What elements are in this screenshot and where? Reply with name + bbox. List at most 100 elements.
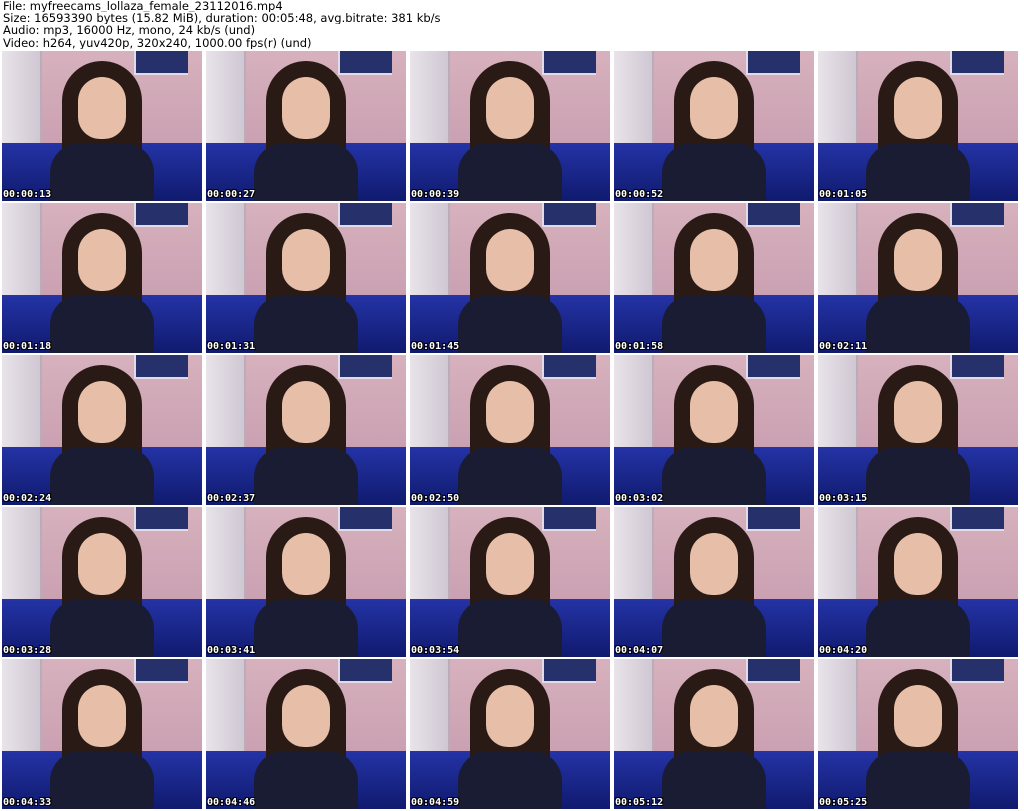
- person-face-shape: [282, 381, 330, 443]
- video-thumbnail: 00:02:11: [818, 203, 1018, 353]
- person-face-shape: [486, 533, 534, 595]
- thumbnail-timestamp: 00:05:25: [819, 797, 868, 808]
- thumbnail-timestamp: 00:01:18: [3, 341, 52, 352]
- thumbnail-timestamp: 00:03:15: [819, 493, 868, 504]
- audio-info-line: Audio: mp3, 16000 Hz, mono, 24 kb/s (und…: [3, 24, 256, 37]
- thumbnail-timestamp: 00:03:28: [3, 645, 52, 656]
- video-thumbnail: 00:05:12: [614, 659, 814, 809]
- person-face-shape: [78, 229, 126, 291]
- poster-shape: [746, 507, 800, 531]
- video-thumbnail: 00:01:05: [818, 51, 1018, 201]
- poster-shape: [134, 203, 188, 227]
- person-shirt-shape: [662, 143, 766, 201]
- person-shirt-shape: [50, 447, 154, 505]
- video-thumbnail: 00:01:58: [614, 203, 814, 353]
- thumbnail-timestamp: 00:05:12: [615, 797, 664, 808]
- person-face-shape: [78, 77, 126, 139]
- thumbnail-timestamp: 00:01:45: [411, 341, 460, 352]
- person-face-shape: [894, 229, 942, 291]
- poster-shape: [746, 355, 800, 379]
- video-thumbnail: 00:05:25: [818, 659, 1018, 809]
- thumbnail-timestamp: 00:01:05: [819, 189, 868, 200]
- person-shirt-shape: [866, 599, 970, 657]
- poster-shape: [338, 507, 392, 531]
- video-thumbnail: 00:04:33: [2, 659, 202, 809]
- video-thumbnail: 00:03:28: [2, 507, 202, 657]
- person-shirt-shape: [254, 751, 358, 809]
- poster-shape: [542, 659, 596, 683]
- person-face-shape: [486, 685, 534, 747]
- video-thumbnail: 00:01:18: [2, 203, 202, 353]
- person-face-shape: [894, 381, 942, 443]
- person-shirt-shape: [662, 447, 766, 505]
- poster-shape: [134, 507, 188, 531]
- person-shirt-shape: [50, 751, 154, 809]
- thumbnail-timestamp: 00:04:59: [411, 797, 460, 808]
- poster-shape: [542, 51, 596, 75]
- person-face-shape: [690, 229, 738, 291]
- file-size-line: Size: 16593390 bytes (15.82 MiB), durati…: [3, 12, 441, 25]
- person-face-shape: [282, 77, 330, 139]
- person-face-shape: [894, 77, 942, 139]
- person-face-shape: [690, 533, 738, 595]
- person-shirt-shape: [254, 295, 358, 353]
- person-shirt-shape: [458, 295, 562, 353]
- person-shirt-shape: [50, 599, 154, 657]
- person-shirt-shape: [50, 295, 154, 353]
- person-shirt-shape: [662, 599, 766, 657]
- person-face-shape: [282, 229, 330, 291]
- thumbnail-timestamp: 00:00:39: [411, 189, 460, 200]
- video-thumbnail: 00:03:02: [614, 355, 814, 505]
- file-info-header: File: myfreecams_lollaza_female_23112016…: [3, 0, 1021, 50]
- video-thumbnail: 00:00:39: [410, 51, 610, 201]
- video-thumbnail: 00:00:13: [2, 51, 202, 201]
- video-thumbnail: 00:01:31: [206, 203, 406, 353]
- thumbnail-timestamp: 00:04:20: [819, 645, 868, 656]
- person-shirt-shape: [50, 143, 154, 201]
- person-shirt-shape: [866, 143, 970, 201]
- video-thumbnail: 00:00:27: [206, 51, 406, 201]
- poster-shape: [338, 659, 392, 683]
- person-shirt-shape: [254, 599, 358, 657]
- person-face-shape: [78, 685, 126, 747]
- poster-shape: [338, 51, 392, 75]
- poster-shape: [950, 659, 1004, 683]
- poster-shape: [542, 203, 596, 227]
- person-shirt-shape: [458, 751, 562, 809]
- thumbnail-timestamp: 00:04:46: [207, 797, 256, 808]
- video-thumbnail: 00:03:54: [410, 507, 610, 657]
- person-shirt-shape: [458, 143, 562, 201]
- thumbnail-timestamp: 00:00:52: [615, 189, 664, 200]
- person-shirt-shape: [458, 599, 562, 657]
- poster-shape: [542, 355, 596, 379]
- person-shirt-shape: [254, 143, 358, 201]
- thumbnail-timestamp: 00:02:24: [3, 493, 52, 504]
- person-face-shape: [282, 533, 330, 595]
- thumbnail-timestamp: 00:03:02: [615, 493, 664, 504]
- thumbnail-timestamp: 00:02:37: [207, 493, 256, 504]
- poster-shape: [542, 507, 596, 531]
- thumbnail-timestamp: 00:02:50: [411, 493, 460, 504]
- video-thumbnail: 00:04:07: [614, 507, 814, 657]
- video-thumbnail: 00:03:41: [206, 507, 406, 657]
- thumbnail-timestamp: 00:00:13: [3, 189, 52, 200]
- thumbnail-timestamp: 00:03:54: [411, 645, 460, 656]
- poster-shape: [950, 203, 1004, 227]
- poster-shape: [134, 355, 188, 379]
- poster-shape: [134, 51, 188, 75]
- person-face-shape: [78, 381, 126, 443]
- person-shirt-shape: [866, 447, 970, 505]
- poster-shape: [950, 507, 1004, 531]
- person-face-shape: [486, 381, 534, 443]
- video-thumbnail: 00:02:37: [206, 355, 406, 505]
- poster-shape: [950, 355, 1004, 379]
- thumbnail-timestamp: 00:04:33: [3, 797, 52, 808]
- person-shirt-shape: [866, 295, 970, 353]
- video-info-line: Video: h264, yuv420p, 320x240, 1000.00 f…: [3, 36, 312, 49]
- video-thumbnail: 00:00:52: [614, 51, 814, 201]
- person-face-shape: [78, 533, 126, 595]
- video-thumbnail: 00:04:59: [410, 659, 610, 809]
- thumbnail-timestamp: 00:04:07: [615, 645, 664, 656]
- poster-shape: [746, 51, 800, 75]
- poster-shape: [338, 203, 392, 227]
